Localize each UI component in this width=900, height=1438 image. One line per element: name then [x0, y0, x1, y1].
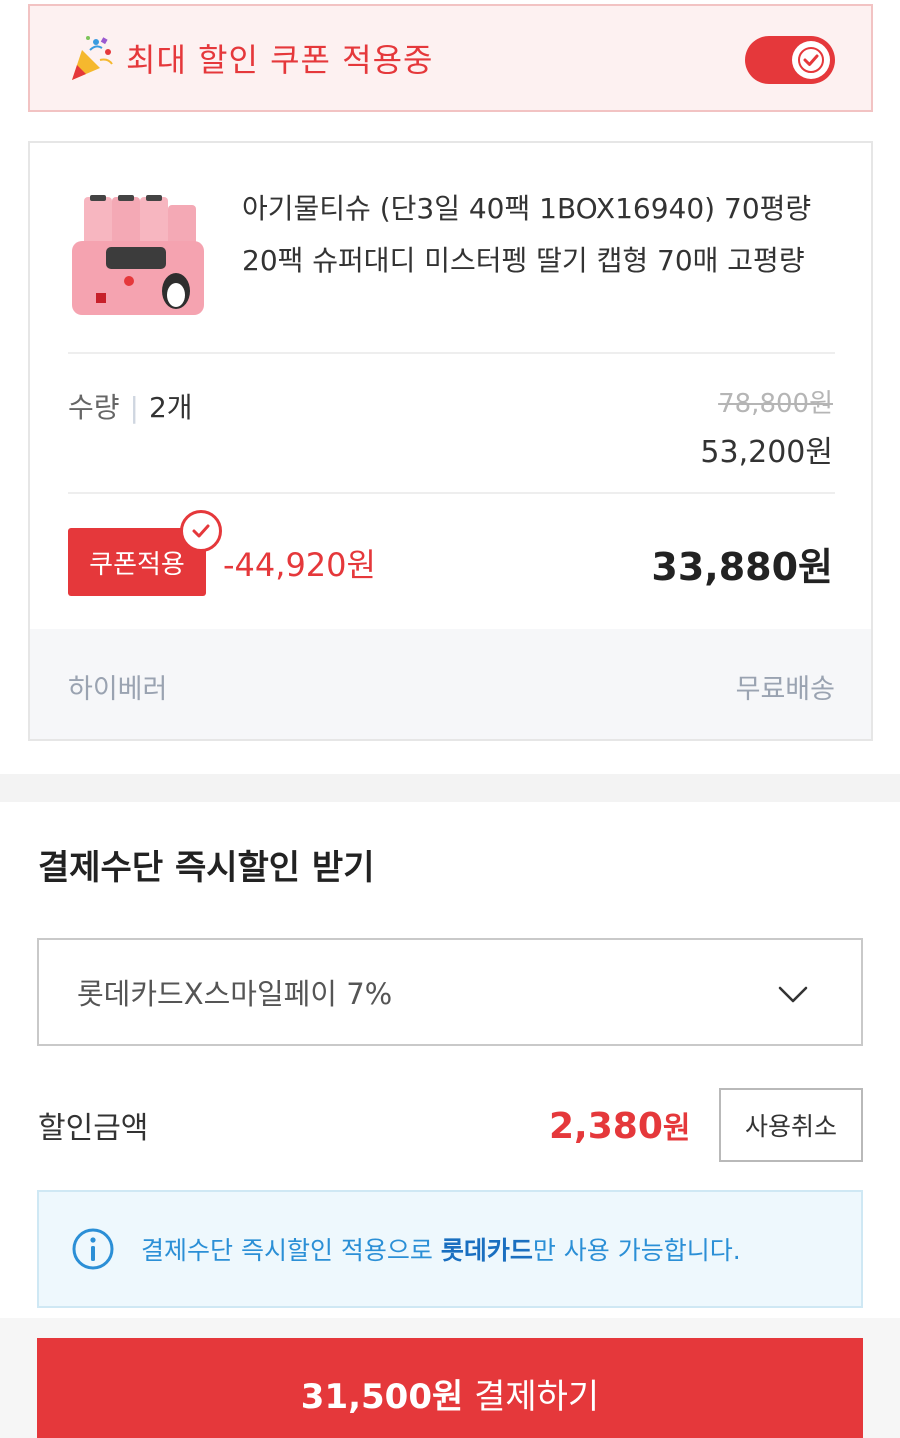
seller-name[interactable]: 하이베러: [68, 667, 167, 706]
check-icon: [798, 47, 824, 73]
original-price: 78,800원: [718, 389, 833, 419]
selected-card-value: 롯데카드X스마일페이 7%: [77, 977, 393, 1011]
cancel-discount-button[interactable]: 사용취소: [719, 1088, 863, 1162]
payment-section-title: 결제수단 즉시할인 받기: [38, 848, 375, 888]
quantity-separator: |: [129, 391, 139, 424]
chevron-down-icon: [778, 986, 808, 1003]
discount-unit: 원: [662, 1111, 691, 1146]
info-text-prefix: 결제수단 즉시할인 적용으로: [141, 1236, 441, 1265]
product-thumbnail[interactable]: [66, 189, 211, 319]
pay-amount: 31,500원: [300, 1376, 464, 1417]
info-text-highlight: 롯데카드: [440, 1236, 533, 1265]
max-coupon-toggle[interactable]: [745, 36, 835, 84]
info-text-suffix: 만 사용 가능합니다.: [532, 1236, 741, 1265]
pay-label: 결제하기: [463, 1376, 600, 1417]
product-card: 아기물티슈 (단3일 40팩 1BOX16940) 70평량 20팩 슈퍼대디 …: [28, 141, 873, 741]
product-card-footer: 하이베러 무료배송: [30, 629, 871, 739]
final-price: 33,880원: [651, 545, 833, 589]
discount-value: 2,380원: [549, 1103, 690, 1147]
party-popper-icon: [72, 36, 113, 80]
divider: [68, 492, 835, 494]
discount-number: 2,380: [549, 1106, 663, 1147]
discount-label: 할인금액: [38, 1111, 149, 1146]
payment-card-select[interactable]: 롯데카드X스마일페이 7%: [37, 938, 863, 1046]
subtotal-price: 53,200원: [700, 435, 833, 470]
coupon-discount-amount: -44,920원: [223, 546, 376, 584]
section-separator: [0, 774, 900, 802]
info-text: 결제수단 즉시할인 적용으로 롯데카드만 사용 가능합니다.: [141, 1231, 741, 1267]
toggle-knob: [792, 41, 830, 79]
coupon-banner-text: 최대 할인 쿠폰 적용중: [126, 41, 434, 79]
divider: [68, 352, 835, 354]
coupon-banner: 최대 할인 쿠폰 적용중: [28, 4, 873, 112]
pay-button[interactable]: 31,500원 결제하기: [37, 1338, 863, 1438]
quantity-label: 수량: [68, 391, 120, 424]
quantity-row: 수량 | 2개: [68, 386, 193, 426]
product-title[interactable]: 아기물티슈 (단3일 40팩 1BOX16940) 70평량 20팩 슈퍼대디 …: [242, 183, 842, 287]
coupon-applied-check-icon: [180, 510, 222, 552]
quantity-value: 2개: [148, 391, 193, 424]
payment-info-box: 결제수단 즉시할인 적용으로 롯데카드만 사용 가능합니다.: [37, 1190, 863, 1308]
info-icon: [72, 1228, 114, 1270]
shipping-label: 무료배송: [735, 674, 835, 705]
